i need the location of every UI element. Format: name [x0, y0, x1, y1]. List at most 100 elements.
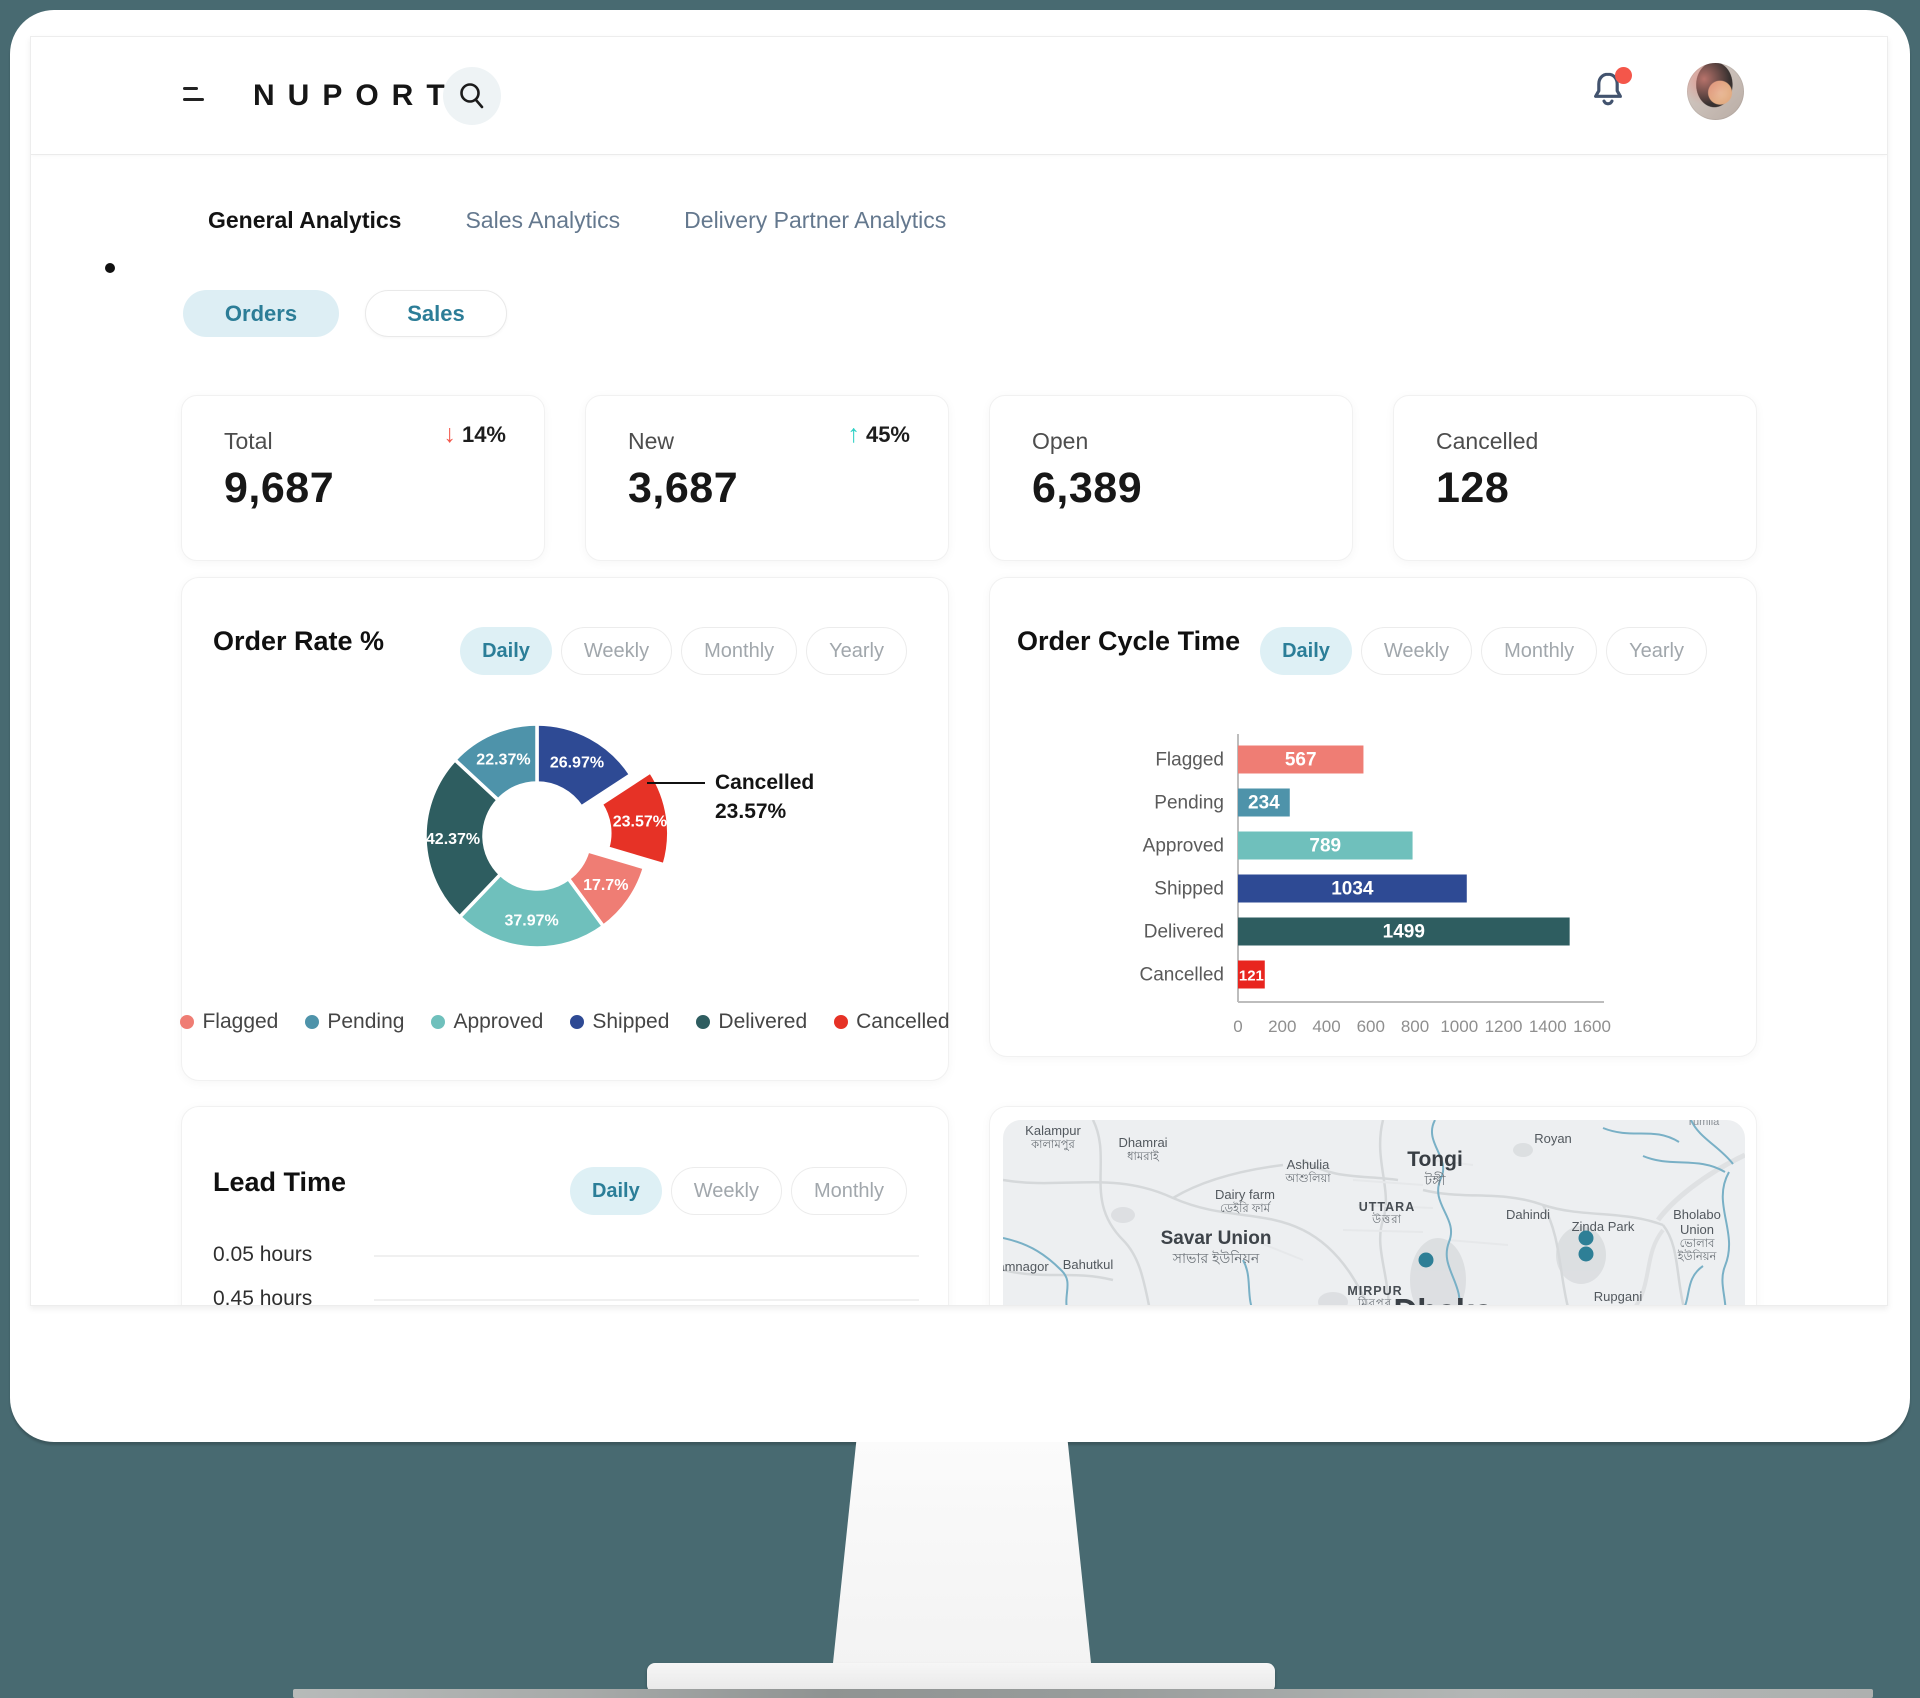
- stat-label: Total: [224, 428, 273, 455]
- stat-label: Open: [1032, 428, 1088, 455]
- lead-time-title: Lead Time: [213, 1167, 346, 1198]
- user-avatar[interactable]: [1687, 63, 1744, 120]
- svg-text:1400: 1400: [1529, 1017, 1567, 1036]
- toggle-orders[interactable]: Orders: [183, 290, 339, 337]
- order-rate-filters: Daily Weekly Monthly Yearly: [460, 627, 907, 675]
- toggle-sales[interactable]: Sales: [365, 290, 507, 337]
- filter-daily[interactable]: Daily: [460, 627, 552, 675]
- active-tab-indicator: [105, 263, 115, 273]
- stat-label: New: [628, 428, 674, 455]
- search-button[interactable]: [443, 67, 501, 125]
- svg-text:1499: 1499: [1383, 922, 1425, 943]
- filter-yearly[interactable]: Yearly: [806, 627, 907, 675]
- lead-time-filters: Daily Weekly Monthly: [570, 1167, 907, 1215]
- svg-text:200: 200: [1268, 1017, 1296, 1036]
- svg-text:400: 400: [1312, 1017, 1340, 1036]
- legend-label: Delivered: [718, 1010, 807, 1034]
- filter-monthly[interactable]: Monthly: [791, 1167, 907, 1215]
- delta-value: 14%: [462, 422, 506, 448]
- legend-item-cancelled: Cancelled: [834, 1010, 949, 1034]
- legend-item-approved: Approved: [431, 1010, 543, 1034]
- legend-dot: [305, 1015, 319, 1029]
- legend-dot: [180, 1015, 194, 1029]
- stat-card-cancelled: Cancelled 128: [1393, 395, 1757, 561]
- tab-sales-analytics[interactable]: Sales Analytics: [465, 207, 620, 234]
- legend-dot: [834, 1015, 848, 1029]
- filter-monthly[interactable]: Monthly: [681, 627, 797, 675]
- svg-text:1200: 1200: [1485, 1017, 1523, 1036]
- legend-label: Pending: [327, 1010, 404, 1034]
- desk-edge: [293, 1689, 1873, 1698]
- svg-text:22.37%: 22.37%: [476, 751, 530, 768]
- order-rate-card: Order Rate % Daily Weekly Monthly Yearly…: [181, 577, 949, 1081]
- donut-callout: Cancelled 23.57%: [715, 768, 814, 826]
- lead-time-row-label: 0.45 hours: [213, 1287, 312, 1306]
- analytics-tabs: General Analytics Sales Analytics Delive…: [208, 207, 946, 234]
- delivery-map[interactable]: KalampurকালামপুরDhamraiধামরাইAshuliaআশুল…: [1003, 1120, 1745, 1306]
- svg-text:1600: 1600: [1573, 1017, 1611, 1036]
- order-cycle-bar-chart: Flagged567Pending234Approved789Shipped10…: [990, 578, 1758, 1058]
- arrow-down-icon: ↓: [443, 420, 456, 449]
- stat-card-open: Open 6,389: [989, 395, 1353, 561]
- legend-label: Approved: [453, 1010, 543, 1034]
- svg-text:1034: 1034: [1331, 879, 1374, 900]
- menu-icon[interactable]: [183, 85, 209, 107]
- map-delivery-marker: [1579, 1231, 1594, 1246]
- legend-dot: [431, 1015, 445, 1029]
- legend-item-flagged: Flagged: [180, 1010, 278, 1034]
- svg-text:0: 0: [1233, 1017, 1242, 1036]
- filter-weekly[interactable]: Weekly: [561, 627, 672, 675]
- svg-text:Delivered: Delivered: [1144, 922, 1224, 943]
- map-delivery-marker: [1419, 1253, 1434, 1268]
- svg-text:121: 121: [1239, 968, 1264, 985]
- stat-card-total: Total ↓ 14% 9,687: [181, 395, 545, 561]
- tab-general-analytics[interactable]: General Analytics: [208, 207, 401, 234]
- svg-text:1000: 1000: [1440, 1017, 1478, 1036]
- lead-time-row-track: [374, 1299, 919, 1301]
- arrow-up-icon: ↑: [847, 420, 860, 449]
- order-rate-title: Order Rate %: [213, 626, 384, 657]
- svg-text:Approved: Approved: [1143, 836, 1224, 857]
- lead-time-row-label: 0.05 hours: [213, 1243, 312, 1267]
- order-rate-donut-chart: 26.97% 23.57% 17.7% 37.97% 42.37% 22.37%: [377, 676, 697, 996]
- legend-item-pending: Pending: [305, 1010, 404, 1034]
- stat-label: Cancelled: [1436, 428, 1538, 455]
- map-graphics: [1003, 1120, 1745, 1306]
- svg-text:23.57%: 23.57%: [613, 813, 667, 830]
- stat-delta: ↑ 45%: [847, 420, 910, 449]
- dashboard-screen: NUPORT General Analytics Sales Analytics…: [30, 36, 1888, 1306]
- svg-text:567: 567: [1285, 750, 1317, 771]
- legend-item-delivered: Delivered: [696, 1010, 807, 1034]
- legend-dot: [570, 1015, 584, 1029]
- svg-text:600: 600: [1357, 1017, 1385, 1036]
- app-header: NUPORT: [31, 37, 1887, 155]
- notifications-button[interactable]: [1589, 69, 1631, 115]
- legend-dot: [696, 1015, 710, 1029]
- app-logo: NUPORT: [253, 79, 458, 113]
- svg-text:37.97%: 37.97%: [504, 912, 558, 929]
- callout-value: 23.57%: [715, 797, 814, 826]
- svg-text:Shipped: Shipped: [1154, 879, 1224, 900]
- svg-text:26.97%: 26.97%: [550, 755, 604, 772]
- lead-time-row-track: [374, 1255, 919, 1257]
- tab-delivery-partner-analytics[interactable]: Delivery Partner Analytics: [684, 207, 946, 234]
- stat-value: 9,687: [224, 464, 334, 513]
- order-cycle-card: Order Cycle Time Daily Weekly Monthly Ye…: [989, 577, 1757, 1057]
- svg-text:17.7%: 17.7%: [583, 877, 628, 894]
- lead-time-card: Lead Time Daily Weekly Monthly 0.05 hour…: [181, 1106, 949, 1306]
- delivery-map-card: KalampurকালামপুরDhamraiধামরাইAshuliaআশুল…: [989, 1106, 1757, 1306]
- filter-daily[interactable]: Daily: [570, 1167, 662, 1215]
- callout-line: [647, 782, 705, 784]
- svg-text:42.37%: 42.37%: [426, 831, 480, 848]
- filter-weekly[interactable]: Weekly: [671, 1167, 782, 1215]
- stat-card-new: New ↑ 45% 3,687: [585, 395, 949, 561]
- monitor-stand-neck: [833, 1442, 1091, 1663]
- svg-text:800: 800: [1401, 1017, 1429, 1036]
- map-delivery-marker: [1579, 1247, 1594, 1262]
- notification-badge: [1615, 67, 1632, 84]
- stat-value: 3,687: [628, 464, 738, 513]
- svg-text:Flagged: Flagged: [1155, 750, 1224, 771]
- search-icon: [457, 81, 487, 111]
- delta-value: 45%: [866, 422, 910, 448]
- svg-text:Cancelled: Cancelled: [1140, 965, 1225, 986]
